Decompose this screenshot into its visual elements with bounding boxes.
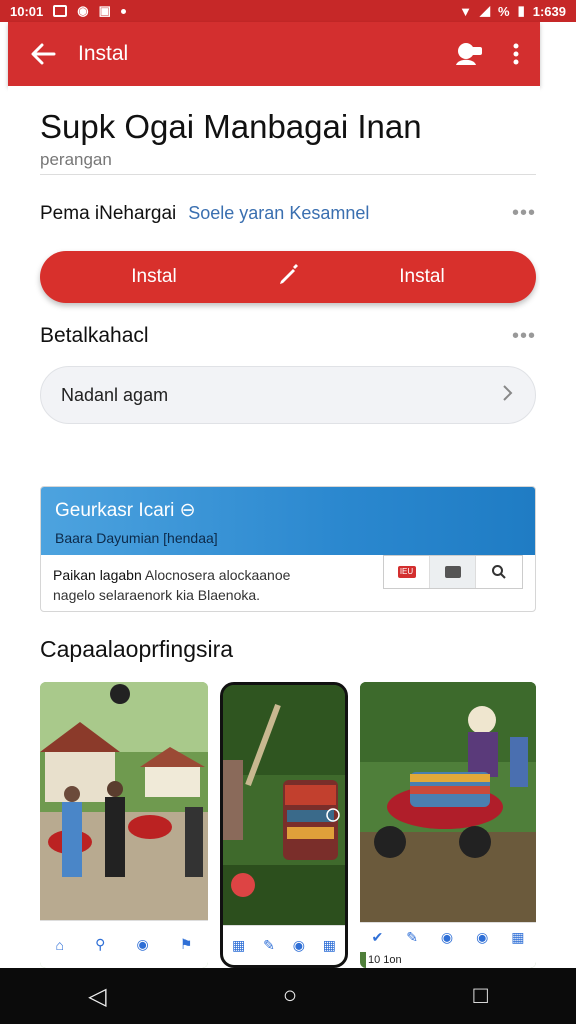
card-text: Paikan lagabn Alocnosera alockaanoe nage… bbox=[53, 565, 383, 605]
card-text-tail: Blaenoka. bbox=[197, 587, 261, 603]
divider bbox=[40, 174, 536, 175]
account-chat-icon[interactable] bbox=[444, 30, 492, 78]
nav-recents-icon[interactable]: □ bbox=[473, 982, 488, 1010]
grid-icon: ▦ bbox=[322, 937, 337, 953]
more-horiz-icon[interactable]: ••• bbox=[512, 202, 536, 225]
app-subtitle: perangan bbox=[40, 150, 112, 169]
battery-percent: % bbox=[498, 3, 510, 19]
signal-icon: ◢ bbox=[480, 3, 491, 18]
bookmark-icon: ⚑ bbox=[179, 936, 193, 952]
record-icon: ◉ bbox=[476, 929, 489, 945]
developer-row: Pema iNehargai Soele yaran Kesamnel ••• bbox=[40, 202, 536, 225]
search-icon[interactable] bbox=[476, 556, 522, 588]
circle-icon: ◉ bbox=[292, 937, 305, 953]
screenshot-2-nav: ▦ ✎ ◉ ▦ bbox=[223, 925, 345, 965]
box-icon bbox=[53, 5, 68, 17]
search-icon: ⚲ bbox=[95, 936, 106, 952]
developer-link[interactable]: Soele yaran Kesamnel bbox=[188, 203, 369, 224]
app-bar: Instal bbox=[8, 22, 540, 86]
screenshots-title: Capaalaoprfingsira bbox=[40, 636, 234, 662]
flag-icon[interactable]: IEU bbox=[384, 556, 430, 588]
screenshot-2-image bbox=[223, 685, 345, 965]
circle-icon: ◉ bbox=[77, 3, 89, 18]
card-text-line1: Alocnosera alockaanoe bbox=[144, 567, 291, 583]
card-body: Paikan lagabn Alocnosera alockaanoe nage… bbox=[41, 555, 535, 611]
section-header: Betalkahacl ••• bbox=[40, 324, 536, 348]
chevron-right-icon bbox=[501, 382, 513, 408]
card-toolbar: IEU bbox=[383, 555, 523, 589]
check-icon: ✔ bbox=[371, 929, 384, 945]
screenshot-1[interactable]: ⌂ ⚲ ◉ ⚑ bbox=[40, 682, 208, 968]
card-text-line2: nagelo selaraenork kia bbox=[53, 587, 194, 603]
more-vert-icon[interactable] bbox=[492, 30, 540, 78]
screenshot-3-nav: ✔ ✎ ◉ ◉ ▦ bbox=[360, 922, 536, 952]
more-horiz-icon[interactable]: ••• bbox=[512, 325, 536, 348]
install-button-right[interactable]: Instal bbox=[308, 266, 536, 288]
circle-icon: ◉ bbox=[136, 936, 149, 952]
nav-back-icon[interactable]: ◁ bbox=[88, 982, 106, 1011]
install-bar: Instal Instal bbox=[40, 251, 536, 303]
battery-icon: ▮ bbox=[517, 3, 525, 18]
image-icon[interactable] bbox=[430, 556, 476, 588]
screenshot-3-footer: 10 1on bbox=[366, 952, 536, 968]
developer-name: Pema iNehargai bbox=[40, 202, 177, 224]
camera-icon: ▣ bbox=[98, 3, 111, 18]
doc-icon: ▦ bbox=[231, 937, 246, 953]
pen-icon: ✎ bbox=[406, 929, 418, 945]
promo-card[interactable]: Geurkasr Icari ⊖ Baara Dayumian [hendaa]… bbox=[40, 486, 536, 612]
app-bar-title: Instal bbox=[78, 42, 129, 65]
status-bar: 10:01 ◉ ▣ ▼ ◢ % ▮ 1:639 bbox=[0, 0, 576, 22]
wifi-icon: ▼ bbox=[459, 3, 473, 19]
main-content: Supk Ogai Manbagai Inan perangan Pema iN… bbox=[8, 86, 540, 968]
card-title: Geurkasr Icari ⊖ bbox=[55, 500, 196, 521]
select-label: Nadanl agam bbox=[61, 384, 169, 405]
home-icon: ⌂ bbox=[55, 936, 65, 953]
nav-home-icon[interactable]: ○ bbox=[283, 982, 298, 1010]
section-title: Betalkahacl bbox=[40, 324, 149, 347]
circle-icon: ◉ bbox=[440, 929, 454, 945]
arrow-left-icon[interactable] bbox=[8, 22, 78, 86]
screenshot-1-nav: ⌂ ⚲ ◉ ⚑ bbox=[40, 920, 208, 968]
system-nav-bar: ◁ ○ □ bbox=[0, 968, 576, 1024]
install-button-left[interactable]: Instal bbox=[40, 266, 268, 288]
screenshot-2[interactable]: ▦ ✎ ◉ ▦ bbox=[220, 682, 348, 968]
dot-icon bbox=[120, 8, 126, 14]
app-title: Supk Ogai Manbagai Inan bbox=[40, 108, 422, 145]
screenshot-3[interactable]: ✔ ✎ ◉ ◉ ▦ 10 1on bbox=[360, 682, 536, 968]
card-text-bold: Paikan lagabn bbox=[53, 567, 142, 583]
folder-icon: ▦ bbox=[511, 929, 525, 945]
status-clock: 1:639 bbox=[532, 3, 566, 19]
card-subtitle: Baara Dayumian [hendaa] bbox=[55, 530, 218, 546]
tool-red-label: IEU bbox=[397, 566, 416, 578]
card-header: Geurkasr Icari ⊖ Baara Dayumian [hendaa] bbox=[41, 487, 535, 555]
pen-icon[interactable] bbox=[268, 263, 308, 291]
status-time: 10:01 bbox=[10, 3, 44, 19]
select-field[interactable]: Nadanl agam bbox=[40, 366, 536, 424]
pen-icon: ✎ bbox=[263, 937, 275, 953]
